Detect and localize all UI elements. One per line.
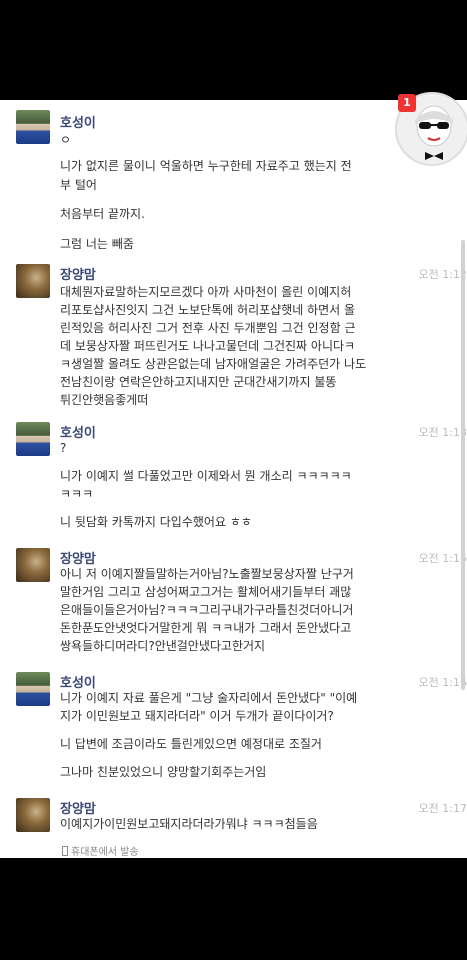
sender-name[interactable]: 호성이 — [60, 422, 96, 441]
message-text: 니가 없지른 물이니 억울하면 누구한테 자료주고 했는지 전 — [60, 159, 352, 173]
message-text: ㅇ — [60, 133, 72, 147]
avatar[interactable] — [16, 110, 50, 144]
message-text: 니 답변에 조금이라도 틀린게있으면 예정대로 조질거 — [60, 737, 322, 751]
message-text: 데 보뭉상자짤 퍼뜨린거도 나나고물던데 그건진짜 아니다ㅋ — [60, 339, 356, 353]
phone-icon — [62, 846, 68, 856]
message-text: 튀긴안햇음좋게떠 — [60, 393, 149, 407]
sender-name[interactable]: 호성이 — [60, 672, 96, 691]
sender-name[interactable]: 호성이 — [60, 112, 96, 131]
scrollbar[interactable] — [461, 240, 465, 690]
message-time: 오전 1:16 — [418, 676, 467, 689]
message-text: ? — [60, 441, 67, 455]
message-time: 오전 1:16 — [418, 552, 467, 565]
chat-log[interactable]: 호성이 ㅇ 니가 없지른 물이니 억울하면 누구한테 자료주고 했는지 전 부 … — [0, 100, 467, 858]
message-text: 지가 이민원보고 돼지라더라" 이거 두개가 끝이다이거? — [60, 709, 334, 723]
notification-badge: 1 — [398, 94, 416, 112]
message-text: 니가 이예지 자료 풀은게 "그냥 술자리에서 돈안냈다" "이예 — [60, 691, 358, 705]
sent-from-label: 휴대폰에서 발송 — [71, 847, 139, 858]
message-text: 그나마 친분있었으니 양망할기회주는거임 — [60, 765, 267, 779]
message-text: 대체뭔자료말하는지모르겠다 아까 사마천이 올린 이예지허 — [60, 285, 352, 299]
message-text: ㅋ생얼짤 올려도 상관은없는데 남자애얼굴은 가려주던가 나도 — [60, 357, 367, 371]
message-text: 이예지가이민원보고돼지라더라가뭐냐 ㅋㅋㅋ첨들음 — [60, 817, 318, 831]
message-text: 니가 이예지 썰 다풀었고만 이제와서 뭔 개소리 ㅋㅋㅋㅋㅋ — [60, 469, 352, 483]
top-black-bar — [0, 0, 467, 100]
avatar[interactable] — [16, 798, 50, 832]
message-text: 쌍욕들하디머라디?안낸걸안냈다고한거지 — [60, 639, 266, 653]
avatar[interactable] — [16, 422, 50, 456]
message-text: 부 털어 — [60, 178, 97, 192]
message-time: 오전 1:17 — [418, 802, 467, 815]
sender-name[interactable]: 장양맘 — [60, 798, 96, 817]
message-text: 니 뒷담화 카톡까지 다입수했어요 ㅎㅎ — [60, 515, 252, 529]
message-text: 은애들이들은거아님?ㅋㅋㅋ그리구내가구라틀친것더아니거 — [60, 603, 354, 617]
sent-from-phone: 휴대폰에서 발송 — [62, 843, 139, 858]
avatar[interactable] — [16, 672, 50, 706]
message-time: 오전 1:13 — [418, 426, 467, 439]
message-text: 말한거임 그리고 삼성어쩌고그거는 활체어새기들부터 괘많 — [60, 585, 352, 599]
bottom-black-bar — [0, 858, 467, 960]
message-text: ㅋㅋㅋ — [60, 487, 94, 501]
message-text: 돈한푼도안냇엇다거말한게 뭐 ㅋㅋ내가 그래서 돈안냈다고 — [60, 621, 352, 635]
message-text: 처음부터 끝까지. — [60, 207, 145, 221]
message-text: 리포토샵사진잇지 그건 노보단톡에 허리포샵햇네 하면서 올 — [60, 303, 356, 317]
avatar[interactable] — [16, 548, 50, 582]
sender-name[interactable]: 장양맘 — [60, 264, 96, 283]
message-text: 아니 저 이예지짤들말하는거아님?노출짤보뭉상자짤 난구거 — [60, 567, 354, 581]
message-text: 그럼 너는 빼줌 — [60, 237, 134, 251]
message-time: 오전 1:12 — [418, 268, 467, 281]
message-text: 린적있음 허리사진 그거 전후 사진 두개뿐임 그건 인정함 근 — [60, 321, 356, 335]
sender-name[interactable]: 장양맘 — [60, 548, 96, 567]
avatar[interactable] — [16, 264, 50, 298]
message-text: 전남친이랑 연락은안하고지내지만 군대간새기까지 불똥 — [60, 375, 337, 389]
